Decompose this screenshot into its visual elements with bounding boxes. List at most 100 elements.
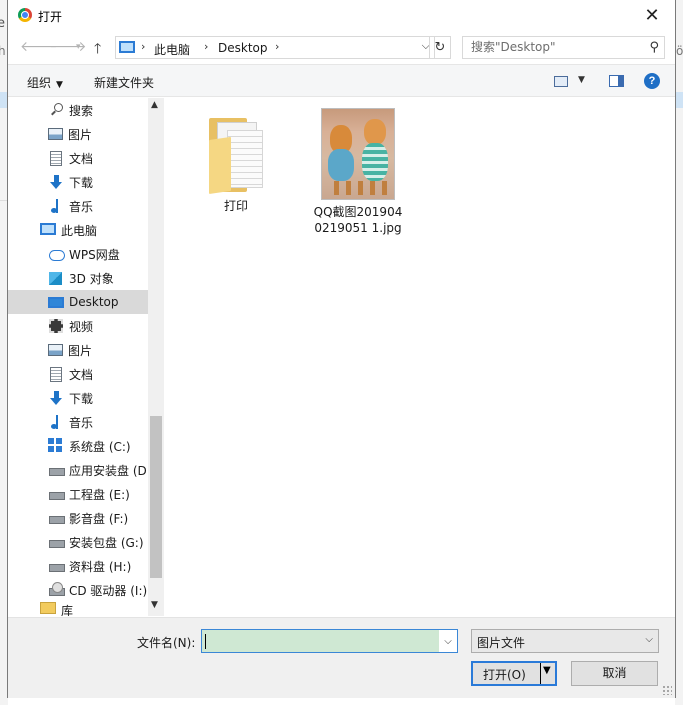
drive-icon <box>48 510 65 526</box>
background-text: e <box>0 16 5 31</box>
help-icon[interactable]: ? <box>644 73 660 89</box>
sidebar-item-drive-f[interactable]: 影音盘 (F:) <box>8 506 148 530</box>
cloud-icon <box>48 246 65 262</box>
cd-drive-icon <box>48 582 65 598</box>
background-text: h <box>0 44 6 58</box>
resize-grip-icon[interactable] <box>662 685 672 695</box>
file-item-folder[interactable]: 打印 <box>188 110 284 214</box>
music-icon <box>48 414 64 430</box>
search-box[interactable]: ⚲ <box>462 36 665 59</box>
pictures-icon <box>48 128 63 140</box>
breadcrumb-separator: › <box>204 40 209 53</box>
sidebar-item-music[interactable]: 音乐 <box>8 194 148 218</box>
breadcrumb-desktop[interactable]: Desktop <box>218 41 268 55</box>
open-button[interactable]: 打开(O) ▼ <box>471 661 557 686</box>
chevron-down-icon: ⌵ <box>645 634 653 645</box>
breadcrumb-separator: › <box>141 40 146 53</box>
file-item-image[interactable]: QQ截图2019040219051 1.jpg <box>310 108 406 236</box>
scrollbar-thumb[interactable] <box>150 416 162 578</box>
filename-dropdown-icon[interactable]: ⌵ <box>439 630 457 652</box>
filetype-select[interactable]: 图片文件 ⌵ <box>471 629 659 653</box>
sidebar-scrollbar[interactable]: ▲ ▼ <box>148 98 164 616</box>
sidebar-item-pictures[interactable]: 图片 <box>8 338 148 362</box>
filename-label: 文件名(N): <box>137 636 196 650</box>
up-button[interactable]: 🡑 <box>94 38 101 62</box>
background-window-right: ö <box>675 0 683 705</box>
sidebar-item-pictures[interactable]: 图片 <box>8 122 148 146</box>
close-button[interactable]: ✕ <box>629 0 675 31</box>
windows-drive-icon <box>48 438 64 454</box>
file-name: QQ截图2019040219051 1.jpg <box>313 205 403 235</box>
dialog-title: 打开 <box>38 10 63 24</box>
breadcrumb-this-pc[interactable]: 此电脑 <box>154 41 190 58</box>
3d-objects-icon <box>49 271 62 285</box>
sidebar-item-music[interactable]: 音乐 <box>8 410 148 434</box>
sidebar-item-desktop[interactable]: Desktop <box>8 290 148 314</box>
documents-icon <box>50 150 62 166</box>
sidebar-item-3d-objects[interactable]: 3D 对象 <box>8 266 148 290</box>
address-bar[interactable]: › 此电脑 › Desktop › ⌵ <box>115 36 435 59</box>
sidebar-item-drive-d[interactable]: 应用安装盘 (D <box>8 458 148 482</box>
dialog-footer: 文件名(N): ⌵ 图片文件 ⌵ 打开(O) ▼ 取消 <box>8 617 675 698</box>
sidebar-item-libraries[interactable]: 库 <box>8 602 148 616</box>
sidebar-item-drive-e[interactable]: 工程盘 (E:) <box>8 482 148 506</box>
open-label: 打开(O) <box>483 668 526 682</box>
drive-icon <box>48 558 65 574</box>
sidebar-item-wps-cloud[interactable]: WPS网盘 <box>8 242 148 266</box>
filename-field[interactable]: ⌵ <box>201 629 458 653</box>
documents-icon <box>50 366 62 382</box>
sidebar-item-search[interactable]: 搜索 <box>8 98 148 122</box>
preview-pane-icon[interactable] <box>609 75 624 87</box>
background-bar <box>675 92 683 108</box>
scroll-up-icon[interactable]: ▲ <box>151 100 158 110</box>
drive-icon <box>48 462 65 478</box>
file-name: 打印 <box>223 199 248 213</box>
close-icon: ✕ <box>644 5 660 26</box>
view-options-chevron-icon[interactable]: ▼ <box>578 75 585 85</box>
sidebar-item-drive-c[interactable]: 系统盘 (C:) <box>8 434 148 458</box>
file-list: 打印 QQ截图2019040219051 1.jpg <box>165 98 676 616</box>
drive-icon <box>48 534 65 550</box>
cancel-button[interactable]: 取消 <box>571 661 658 686</box>
breadcrumb-separator: › <box>275 40 280 53</box>
scroll-down-icon[interactable]: ▼ <box>151 600 158 610</box>
navigation-bar: 🡐 🡒 ▾ 🡑 › 此电脑 › Desktop › ⌵ ↻ ⚲ <box>8 32 675 62</box>
chrome-icon <box>18 8 32 22</box>
sidebar-item-drive-i[interactable]: CD 驱动器 (I:) <box>8 578 148 602</box>
title-bar: 打开 ✕ <box>8 0 675 31</box>
open-options-arrow-icon[interactable]: ▼ <box>543 665 551 676</box>
sidebar-item-downloads[interactable]: 下载 <box>8 386 148 410</box>
sidebar-item-downloads[interactable]: 下载 <box>8 170 148 194</box>
change-view-icon[interactable] <box>554 76 568 87</box>
downloads-icon <box>48 174 64 190</box>
library-icon <box>40 602 56 614</box>
filetype-value: 图片文件 <box>477 636 526 650</box>
sidebar-item-drive-h[interactable]: 资料盘 (H:) <box>8 554 148 578</box>
pictures-icon <box>48 344 63 356</box>
recent-locations-button[interactable]: ▾ <box>76 42 81 52</box>
filename-input[interactable] <box>205 632 430 650</box>
refresh-button[interactable]: ↻ <box>429 36 451 59</box>
command-bar: 组织 ▼ 新建文件夹 ▼ ? <box>8 64 675 97</box>
this-pc-icon <box>40 223 56 235</box>
this-pc-icon <box>119 41 135 53</box>
text-cursor <box>205 634 206 649</box>
navigation-pane: 搜索 图片 文档 下载 音乐 此电脑 WPS网盘 3D 对象 Desktop 视… <box>8 98 164 616</box>
organize-button[interactable]: 组织 ▼ <box>27 74 63 91</box>
desktop-icon <box>48 296 64 308</box>
sidebar-item-this-pc[interactable]: 此电脑 <box>8 218 148 242</box>
background-text: ö <box>676 44 683 58</box>
videos-icon <box>49 319 63 333</box>
sidebar-item-documents[interactable]: 文档 <box>8 146 148 170</box>
image-thumbnail-icon <box>321 108 395 200</box>
search-input[interactable] <box>471 40 631 54</box>
split-divider <box>540 663 541 684</box>
search-icon <box>48 102 64 118</box>
sidebar-item-drive-g[interactable]: 安装包盘 (G:) <box>8 530 148 554</box>
sidebar-item-videos[interactable]: 视频 <box>8 314 148 338</box>
refresh-icon: ↻ <box>434 40 446 55</box>
sidebar-item-documents[interactable]: 文档 <box>8 362 148 386</box>
downloads-icon <box>48 390 64 406</box>
organize-label: 组织 <box>27 76 52 90</box>
new-folder-button[interactable]: 新建文件夹 <box>94 74 154 91</box>
